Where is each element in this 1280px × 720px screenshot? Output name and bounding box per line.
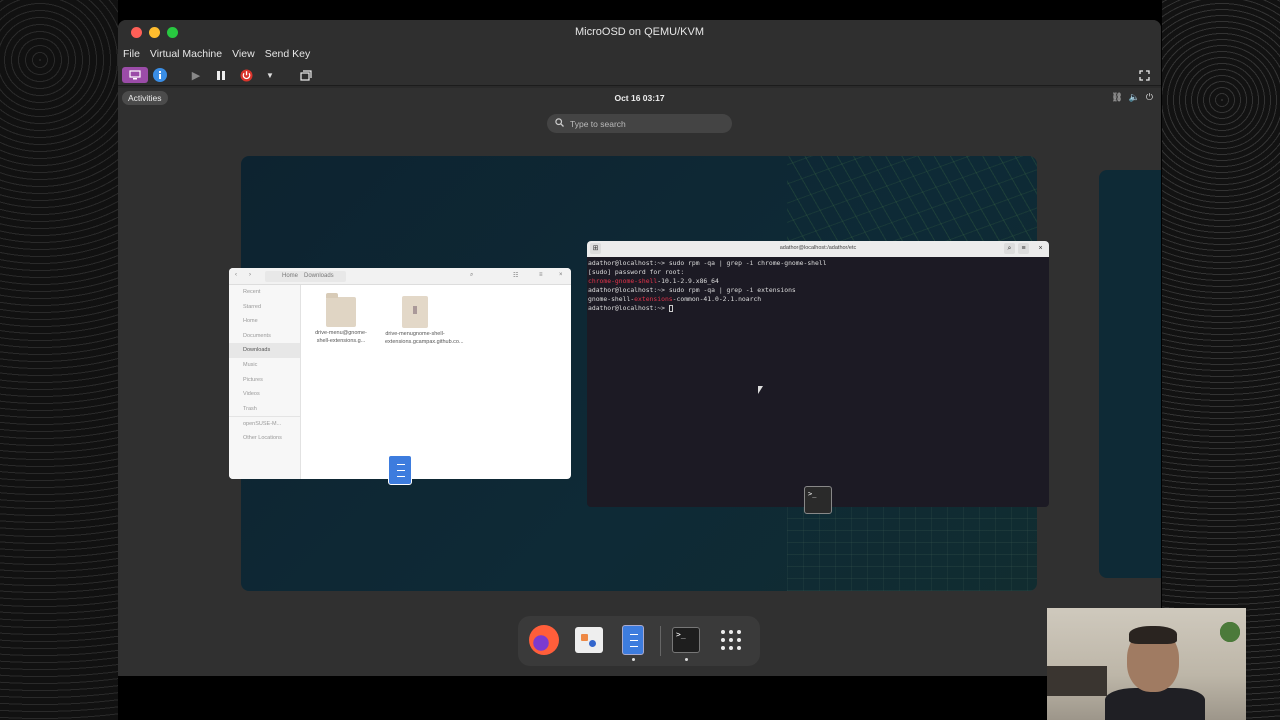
files-icon bbox=[622, 625, 644, 655]
files-app-icon bbox=[388, 455, 412, 485]
snapshot-icon[interactable] bbox=[298, 67, 314, 83]
sidebar-item-other-locations[interactable]: Other Locations bbox=[229, 431, 300, 446]
person-body bbox=[1105, 688, 1205, 720]
next-workspace-thumbnail[interactable] bbox=[1099, 170, 1161, 578]
files-content: drive-menu@gnome-shell-extensions.g... d… bbox=[301, 285, 571, 479]
vm-window: MicroOSD on QEMU/KVM File Virtual Machin… bbox=[118, 20, 1161, 676]
folder-icon bbox=[326, 293, 356, 327]
window-controls bbox=[131, 27, 178, 38]
terminal-line: [sudo] password for root: bbox=[588, 268, 685, 276]
terminal-line: chrome-gnome-shell-10.1-2.9.x86_64 bbox=[588, 277, 719, 285]
dock-software[interactable] bbox=[573, 624, 605, 656]
sidebar-item-pictures[interactable]: Pictures bbox=[229, 373, 300, 388]
archive-icon bbox=[402, 296, 428, 328]
clock[interactable]: Oct 16 03:17 bbox=[118, 93, 1161, 103]
search-icon[interactable]: ⌕ bbox=[1004, 243, 1015, 254]
file-name: drive-menu@gnome-shell-extensions.g... bbox=[315, 330, 367, 344]
power-menu-icon: ⏻ bbox=[1145, 92, 1153, 102]
network-icon: ⛓ bbox=[1111, 92, 1123, 102]
file-name: drive-menugnome-shell-extensions.gcampax… bbox=[385, 331, 464, 345]
sidebar-item-starred[interactable]: Starred bbox=[229, 300, 300, 315]
files-window[interactable]: ‹ › Home Downloads ⌕ ☷ ≡ × Recent Starre… bbox=[229, 268, 571, 479]
sidebar-item-home[interactable]: Home bbox=[229, 314, 300, 329]
window-title: MicroOSD on QEMU/KVM bbox=[575, 26, 704, 38]
terminal-line: gnome-shell-extensions-common-41.0-2.1.n… bbox=[588, 295, 762, 303]
dock-files[interactable] bbox=[617, 624, 649, 661]
menu-file[interactable]: File bbox=[123, 48, 140, 60]
power-dropdown-icon[interactable]: ▼ bbox=[264, 67, 276, 83]
menubar: File Virtual Machine View Send Key bbox=[118, 44, 1161, 64]
details-info-icon[interactable] bbox=[152, 67, 168, 83]
close-icon[interactable] bbox=[131, 27, 142, 38]
search-placeholder: Type to search bbox=[570, 118, 626, 129]
sidebar-item-music[interactable]: Music bbox=[229, 358, 300, 373]
files-header: ‹ › Home Downloads ⌕ ☷ ≡ × bbox=[229, 268, 571, 285]
vm-toolbar: ▶ ▼ bbox=[118, 64, 1161, 86]
guest-desktop: Activities Oct 16 03:17 ⛓ 🔈 ⏻ Type to se… bbox=[118, 88, 1161, 676]
background-left bbox=[0, 0, 118, 720]
dock: >_ bbox=[518, 616, 760, 666]
search-input[interactable]: Type to search bbox=[547, 114, 732, 133]
text-cursor bbox=[668, 304, 673, 312]
file-item[interactable]: drive-menugnome-shell-extensions.gcampax… bbox=[385, 291, 464, 346]
maximize-icon[interactable] bbox=[167, 27, 178, 38]
console-view-icon[interactable] bbox=[122, 67, 148, 83]
terminal-line: adathor@localhost:~> sudo rpm -qa | grep… bbox=[588, 259, 827, 267]
menu-icon[interactable]: ≡ bbox=[1018, 243, 1029, 254]
dock-app-grid[interactable] bbox=[715, 624, 747, 656]
sidebar-item-downloads[interactable]: Downloads bbox=[229, 343, 300, 358]
terminal-icon: >_ bbox=[672, 627, 700, 653]
files-sidebar: Recent Starred Home Documents Downloads … bbox=[229, 285, 301, 479]
forward-icon[interactable]: › bbox=[249, 272, 251, 278]
plant bbox=[1215, 612, 1245, 652]
menu-icon[interactable]: ≡ bbox=[539, 272, 543, 278]
terminal-app-icon: >_ bbox=[804, 486, 832, 514]
menu-send-key[interactable]: Send Key bbox=[265, 48, 311, 60]
software-icon bbox=[575, 627, 603, 653]
file-item[interactable]: drive-menu@gnome-shell-extensions.g... bbox=[311, 291, 371, 345]
terminal-line: adathor@localhost:~> sudo rpm -qa | grep… bbox=[588, 286, 796, 294]
sidebar-item-device[interactable]: openSUSE-M... bbox=[229, 416, 300, 431]
path-downloads[interactable]: Downloads bbox=[300, 271, 346, 282]
dock-firefox[interactable] bbox=[528, 624, 560, 656]
power-icon[interactable] bbox=[238, 67, 254, 83]
terminal-window[interactable]: ⊞ adathor@localhost:/adathor/etc ⌕ ≡ × a… bbox=[587, 241, 1049, 507]
mouse-pointer bbox=[758, 386, 763, 394]
gnome-top-bar: Activities Oct 16 03:17 ⛓ 🔈 ⏻ bbox=[118, 88, 1161, 108]
system-tray[interactable]: ⛓ 🔈 ⏻ bbox=[1111, 92, 1153, 103]
pause-icon[interactable] bbox=[213, 67, 229, 83]
terminal-output[interactable]: adathor@localhost:~> sudo rpm -qa | grep… bbox=[587, 257, 1049, 313]
search-icon[interactable]: ⌕ bbox=[470, 272, 473, 279]
sidebar-item-recent[interactable]: Recent bbox=[229, 285, 300, 300]
app-grid-icon bbox=[721, 630, 741, 650]
menu-virtual-machine[interactable]: Virtual Machine bbox=[150, 48, 222, 60]
firefox-icon bbox=[529, 625, 559, 655]
shelf bbox=[1047, 666, 1107, 696]
dock-separator bbox=[660, 626, 661, 656]
dock-terminal[interactable]: >_ bbox=[670, 624, 702, 661]
wallpaper-decoration bbox=[787, 506, 1037, 591]
sidebar-item-videos[interactable]: Videos bbox=[229, 387, 300, 402]
back-icon[interactable]: ‹ bbox=[235, 272, 237, 278]
webcam-overlay bbox=[1047, 608, 1246, 720]
terminal-title: adathor@localhost:/adathor/etc bbox=[779, 245, 857, 251]
fullscreen-icon[interactable] bbox=[1136, 67, 1152, 83]
terminal-header: ⊞ adathor@localhost:/adathor/etc ⌕ ≡ × bbox=[587, 241, 1049, 257]
minimize-icon[interactable] bbox=[149, 27, 160, 38]
sidebar-item-trash[interactable]: Trash bbox=[229, 402, 300, 417]
close-icon[interactable]: × bbox=[559, 272, 563, 278]
menu-view[interactable]: View bbox=[232, 48, 255, 60]
vm-titlebar[interactable]: MicroOSD on QEMU/KVM bbox=[118, 20, 1161, 44]
volume-icon: 🔈 bbox=[1128, 92, 1140, 102]
person-hair bbox=[1129, 626, 1177, 644]
view-toggle-icon[interactable]: ☷ bbox=[513, 272, 518, 279]
terminal-line: adathor@localhost:~> bbox=[588, 304, 1049, 313]
run-play-icon[interactable]: ▶ bbox=[188, 67, 204, 83]
search-icon bbox=[555, 118, 564, 129]
sidebar-item-documents[interactable]: Documents bbox=[229, 329, 300, 344]
close-icon[interactable]: × bbox=[1035, 243, 1046, 254]
